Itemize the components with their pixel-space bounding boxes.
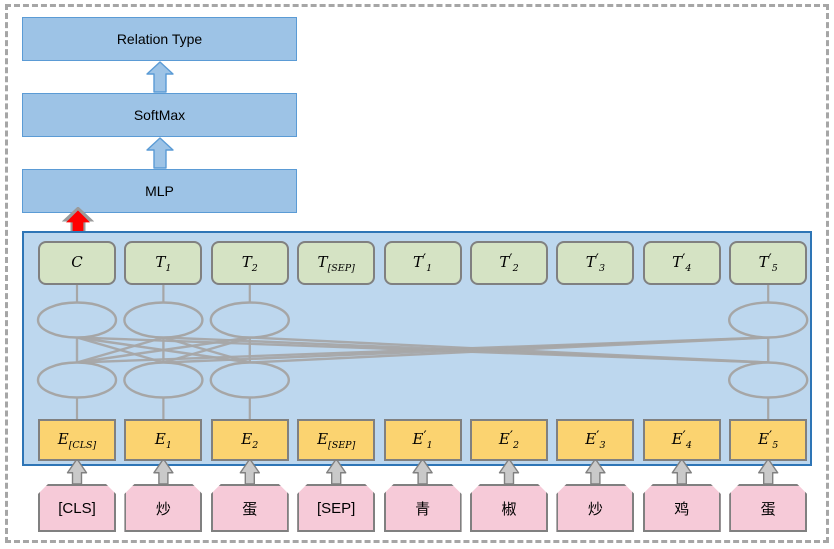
output-token-label: T′2	[499, 252, 519, 274]
relation-type-label: Relation Type	[116, 31, 203, 47]
embedding-token-label: E[CLS]	[57, 430, 97, 451]
embedding-token-box: E2	[210, 419, 289, 461]
embedding-token-label: E2	[241, 430, 259, 451]
output-token-box: T′1	[383, 241, 462, 285]
embedding-token-box: E[SEP]	[297, 419, 376, 461]
embedding-token-label: E[SEP]	[317, 430, 356, 451]
output-token-label: T1	[155, 253, 172, 274]
embedding-token-box: E′5	[729, 419, 808, 461]
output-token-label: T[SEP]	[317, 253, 355, 274]
output-token-box: T′5	[729, 241, 808, 285]
input-token-label: 炒	[587, 500, 603, 518]
embedding-token-label: E1	[154, 430, 172, 451]
output-token-box: T′2	[470, 241, 548, 285]
output-token-label: T2	[241, 253, 258, 274]
input-token-box: 鸡	[643, 484, 721, 532]
diagram-canvas: Relation Type SoftMax MLP C E[CLS] [CLS] T1…	[0, 0, 834, 549]
input-token-label: [SEP]	[317, 499, 356, 517]
output-token-box: T′4	[642, 241, 721, 285]
embedding-token-box: E′4	[642, 419, 721, 461]
output-token-box: C	[38, 241, 116, 285]
output-token-label: T′3	[585, 252, 606, 274]
input-token-box: 炒	[556, 484, 634, 532]
output-token-box: T[SEP]	[297, 241, 376, 285]
embedding-token-label: E′5	[758, 429, 779, 451]
input-token-box: [CLS]	[38, 484, 116, 532]
softmax-label: SoftMax	[133, 107, 186, 123]
input-token-label: 青	[415, 500, 431, 518]
relation-type-block: Relation Type	[22, 17, 297, 61]
input-token-box: 青	[384, 484, 462, 532]
embedding-token-box: E′3	[556, 419, 635, 461]
input-token-label: 蛋	[760, 500, 776, 518]
arrow-mlp-to-softmax-icon	[146, 137, 174, 169]
output-token-label: T′1	[412, 252, 433, 274]
softmax-block: SoftMax	[22, 93, 297, 137]
embedding-token-box: E[CLS]	[38, 419, 116, 461]
input-token-box: 蛋	[729, 484, 807, 532]
embedding-token-box: E′2	[470, 419, 548, 461]
output-token-label: C	[71, 253, 83, 271]
input-token-label: 椒	[501, 500, 517, 518]
embedding-token-box: E′1	[383, 419, 462, 461]
input-token-label: 鸡	[674, 500, 690, 518]
input-token-box: 椒	[470, 484, 548, 532]
embedding-token-label: E′4	[671, 429, 692, 451]
mlp-label: MLP	[145, 183, 174, 199]
output-token-label: T′5	[758, 252, 778, 274]
input-token-box: [SEP]	[297, 484, 375, 532]
output-token-box: T2	[210, 241, 289, 285]
input-token-label: 蛋	[242, 500, 258, 518]
output-token-box: T1	[124, 241, 203, 285]
output-token-box: T′3	[556, 241, 635, 285]
input-token-box: 蛋	[211, 484, 289, 532]
embedding-token-box: E1	[124, 419, 203, 461]
embedding-token-label: E′1	[412, 429, 433, 451]
output-token-label: T′4	[672, 252, 692, 274]
embedding-token-label: E′3	[585, 429, 606, 451]
embedding-token-label: E′2	[498, 429, 520, 451]
input-token-box: 炒	[124, 484, 202, 532]
input-token-label: 炒	[155, 500, 171, 518]
input-token-label: [CLS]	[58, 499, 96, 517]
arrow-softmax-to-relation-icon	[146, 61, 174, 93]
